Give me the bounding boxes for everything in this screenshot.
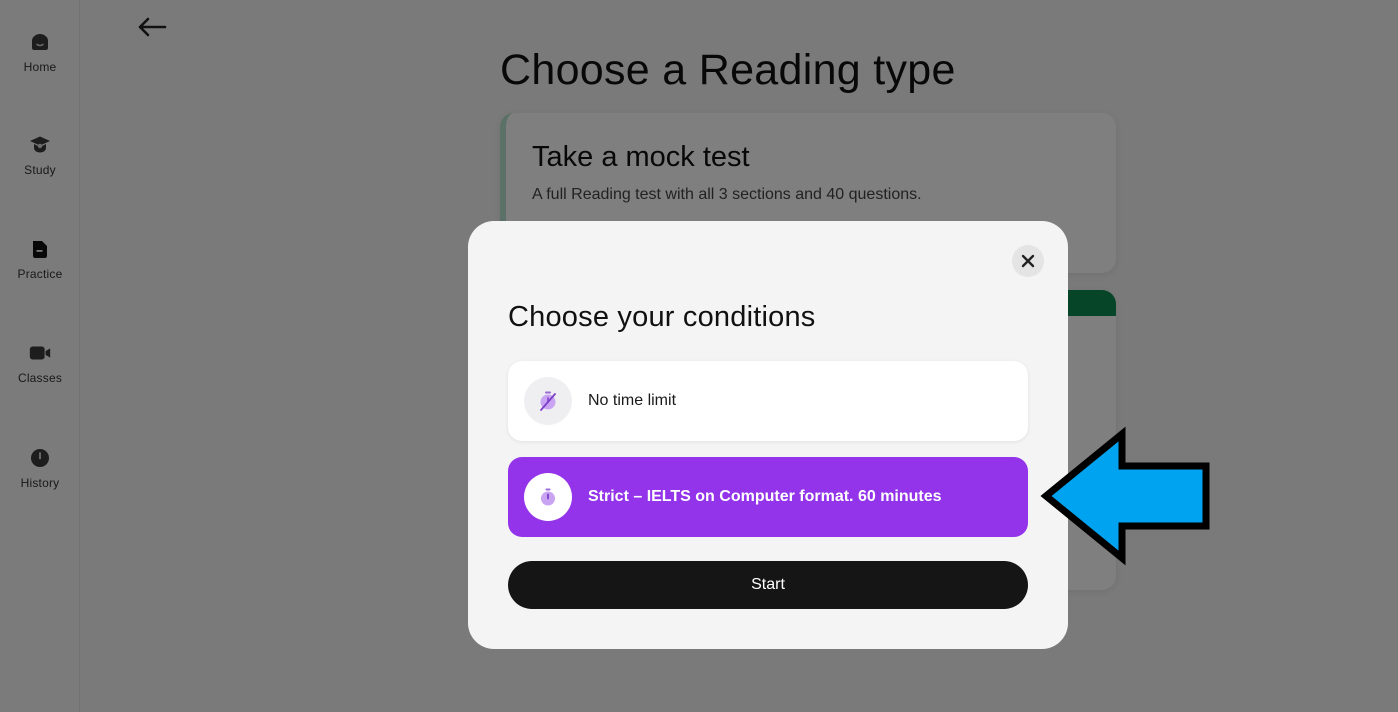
close-button[interactable]	[1012, 245, 1044, 277]
conditions-modal: Choose your conditions No time limit Str…	[468, 221, 1068, 649]
annotation-arrow-icon	[1040, 426, 1210, 566]
option-label: No time limit	[588, 392, 677, 409]
start-button[interactable]: Start	[508, 561, 1028, 609]
close-icon	[1021, 254, 1035, 268]
modal-title: Choose your conditions	[508, 301, 816, 333]
no-timer-icon	[524, 377, 572, 425]
stopwatch-icon	[524, 473, 572, 521]
option-label: Strict – IELTS on Computer format. 60 mi…	[588, 488, 942, 505]
option-no-time-limit[interactable]: No time limit	[508, 361, 1028, 441]
option-strict[interactable]: Strict – IELTS on Computer format. 60 mi…	[508, 457, 1028, 537]
